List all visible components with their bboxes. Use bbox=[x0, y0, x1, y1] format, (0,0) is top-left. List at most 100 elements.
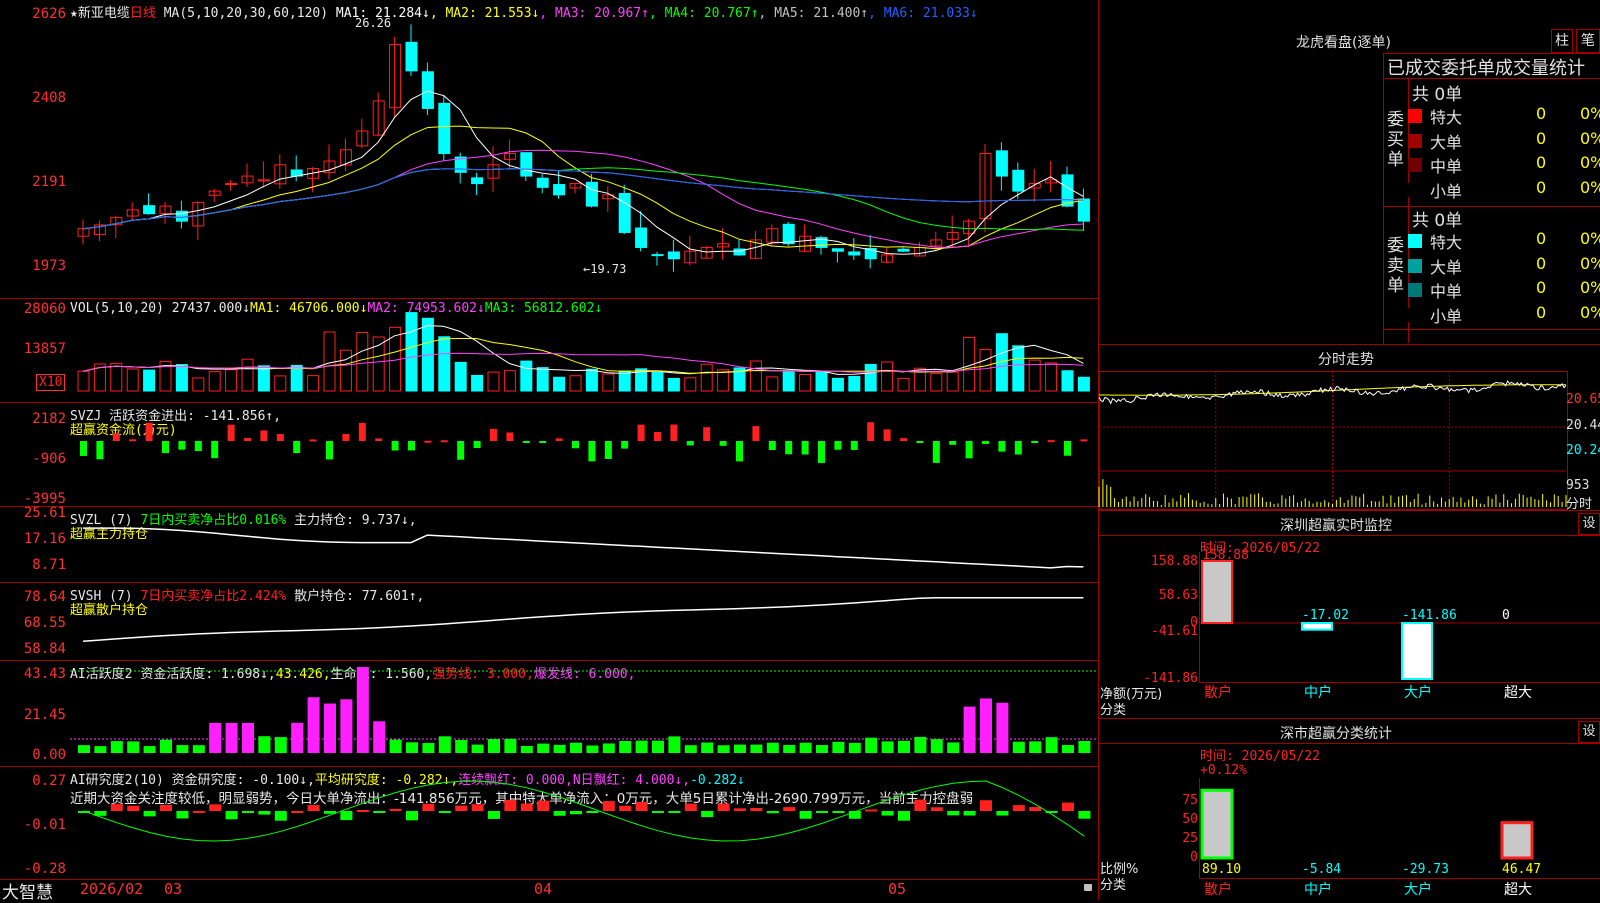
research-bar bbox=[488, 811, 500, 819]
research-bar bbox=[1078, 811, 1091, 819]
activity-bar bbox=[602, 743, 615, 753]
research-bar bbox=[652, 811, 664, 813]
svzj-pane[interactable]: SVZJ 活跃资金进出: -141.856↑, 超赢资金流(万元) 2182 -… bbox=[0, 403, 1098, 507]
volume-bar bbox=[831, 377, 844, 392]
activity-bar bbox=[504, 738, 517, 753]
volume-bar bbox=[225, 369, 238, 392]
order-label: 中单 bbox=[1430, 282, 1463, 301]
candle-body bbox=[225, 183, 238, 186]
order-row: 大单 0 0% bbox=[1408, 129, 1600, 153]
activity-bar bbox=[570, 742, 582, 753]
research-bar bbox=[504, 799, 517, 811]
research-bar bbox=[291, 810, 304, 813]
column-mode-button[interactable]: 柱 bbox=[1551, 29, 1573, 53]
volume-bar bbox=[536, 367, 549, 392]
order-swatch bbox=[1408, 234, 1422, 248]
fund-flow-bar bbox=[883, 429, 891, 441]
order-label: 中单 bbox=[1430, 157, 1463, 176]
order-swatch bbox=[1408, 182, 1422, 197]
order-row: 小单 0 0% bbox=[1408, 302, 1600, 327]
candlestick-chart[interactable] bbox=[0, 0, 1098, 298]
sz-class-settings-button[interactable]: 设 bbox=[1578, 721, 1600, 743]
research-bar bbox=[783, 807, 796, 811]
volume-bar bbox=[339, 349, 352, 392]
ai-active-pane[interactable]: AI活跃度2 资金活跃度: 1.698↓,43.426,生命线: 1.560,强… bbox=[0, 661, 1098, 767]
volume-bar bbox=[143, 369, 156, 392]
activity-bar bbox=[914, 736, 927, 753]
order-swatch bbox=[1408, 283, 1422, 297]
activity-bar bbox=[832, 741, 845, 753]
activity-bar bbox=[488, 739, 500, 753]
sz-class-top-border bbox=[1099, 718, 1600, 719]
sz-class-bar bbox=[1500, 821, 1534, 860]
order-label: 小单 bbox=[1430, 181, 1463, 201]
candle-body bbox=[782, 223, 795, 245]
fund-flow-bar bbox=[572, 441, 579, 449]
volume-pane[interactable]: VOL(5,10,20) 27437.000↓MA1: 46706.000↓MA… bbox=[0, 299, 1098, 403]
tick-mode-button[interactable]: 笔 bbox=[1576, 29, 1600, 53]
fund-flow-bar bbox=[637, 424, 645, 441]
sz-monitor-y-label: 158.88 bbox=[1151, 554, 1198, 569]
candle-body bbox=[536, 177, 549, 188]
order-label: 小单 bbox=[1430, 306, 1463, 326]
volume-bar bbox=[602, 373, 615, 392]
vol-ma5-line bbox=[82, 324, 1084, 375]
sz-monitor-settings-button[interactable]: 设 bbox=[1578, 513, 1600, 535]
sz-class-category-label: 中户 bbox=[1304, 881, 1332, 898]
candle-body bbox=[553, 184, 566, 196]
order-row: 特大 0 0% bbox=[1408, 229, 1600, 253]
research-bar bbox=[225, 811, 238, 820]
activity-bar bbox=[471, 744, 484, 753]
fund-flow-bar bbox=[588, 441, 596, 462]
volume-bar bbox=[799, 374, 812, 392]
volume-bar bbox=[208, 371, 221, 392]
sz-monitor-value-label: 0 bbox=[1502, 608, 1510, 623]
activity-bar bbox=[143, 746, 156, 753]
research-bar bbox=[635, 801, 648, 811]
activity-bar bbox=[1045, 737, 1058, 753]
sz-monitor-category-label: 超大 bbox=[1504, 685, 1532, 701]
sz-class-header-line bbox=[1099, 743, 1600, 744]
research-bar bbox=[406, 811, 418, 821]
order-count: 0 bbox=[1536, 177, 1547, 197]
sz-monitor-bar bbox=[1201, 560, 1233, 624]
order-label: 大单 bbox=[1430, 257, 1463, 277]
fund-flow-bar bbox=[654, 432, 661, 441]
price-pane[interactable]: ★新亚电缆日线 MA(5,10,20,30,60,120) MA1: 21.28… bbox=[0, 0, 1098, 299]
volume-bar bbox=[356, 331, 369, 392]
fund-flow-bar bbox=[375, 438, 383, 441]
volume-bar bbox=[323, 331, 336, 392]
fund-flow-bar bbox=[342, 434, 350, 441]
volume-bar bbox=[569, 375, 582, 392]
order-pct: 0% bbox=[1580, 302, 1600, 322]
candle-body bbox=[520, 152, 533, 177]
lock-icon[interactable] bbox=[1084, 884, 1092, 891]
research-bar bbox=[914, 799, 927, 811]
sz-monitor-top-border bbox=[1099, 510, 1600, 511]
activity-bar bbox=[192, 745, 205, 753]
fund-flow-bar bbox=[194, 441, 202, 452]
fund-flow-bar bbox=[145, 422, 153, 441]
activity-bar bbox=[389, 739, 402, 753]
ai-research-pane[interactable]: AI研究度2(10) 资金研究度: -0.100↓,平均研究度: -0.282↓… bbox=[0, 767, 1098, 880]
fund-flow-bar bbox=[211, 441, 219, 459]
volume-bar bbox=[438, 336, 451, 392]
research-bar bbox=[832, 811, 845, 813]
intraday-avg-line bbox=[1099, 384, 1566, 396]
svzl-pane[interactable]: SVZL (7) 7日内买卖净占比0.016% 主力持仓: 9.737↓, 超赢… bbox=[0, 505, 1098, 583]
activity-bar bbox=[1029, 741, 1042, 753]
sz-monitor-value-label: -141.86 bbox=[1402, 608, 1457, 623]
volume-bar bbox=[274, 375, 287, 392]
order-count: 0 bbox=[1536, 302, 1547, 322]
candle-body bbox=[831, 248, 844, 252]
ai-active-chart bbox=[70, 667, 1098, 753]
fund-flow-bar bbox=[1014, 441, 1022, 455]
intraday-top-border bbox=[1099, 344, 1600, 345]
fund-flow-bar bbox=[178, 441, 186, 450]
fund-flow-bar bbox=[785, 441, 793, 455]
candle-body bbox=[503, 153, 516, 160]
candle-body bbox=[618, 193, 631, 233]
candle-body bbox=[438, 102, 451, 155]
svsh-pane[interactable]: SVSH (7) 7日内买卖净占比2.424% 散户持仓: 77.601↑, 超… bbox=[0, 583, 1098, 661]
volume-bar bbox=[1012, 345, 1025, 392]
